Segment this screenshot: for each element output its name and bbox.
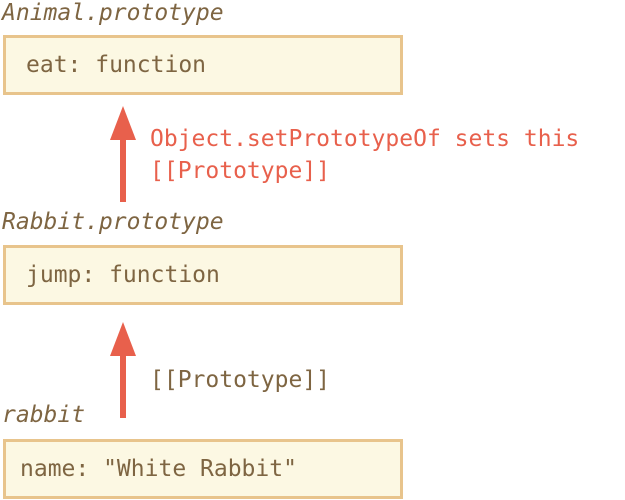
arrow-head — [110, 106, 136, 140]
animal-prototype-title: Animal.prototype — [2, 0, 224, 26]
set-prototype-label-line2: [[Prototype]] — [150, 158, 331, 184]
prototype-link-label: [[Prototype]] — [150, 367, 331, 393]
rabbit-property: name: "White Rabbit" — [20, 456, 297, 482]
rabbit-prototype-title: Rabbit.prototype — [2, 209, 224, 235]
rabbit-prototype-box: jump: function — [3, 245, 403, 305]
rabbit-box: name: "White Rabbit" — [3, 439, 403, 499]
arrow-shaft — [120, 354, 126, 418]
animal-prototype-property: eat: function — [26, 52, 207, 78]
prototype-arrow-1 — [110, 106, 136, 202]
set-prototype-label-line1: Object.setPrototypeOf sets this — [150, 126, 580, 152]
animal-prototype-box: eat: function — [3, 35, 403, 95]
arrow-shaft — [120, 138, 126, 202]
rabbit-prototype-property: jump: function — [26, 262, 220, 288]
arrow-head — [110, 322, 136, 356]
rabbit-title: rabbit — [2, 402, 86, 428]
prototype-arrow-2 — [110, 322, 136, 418]
